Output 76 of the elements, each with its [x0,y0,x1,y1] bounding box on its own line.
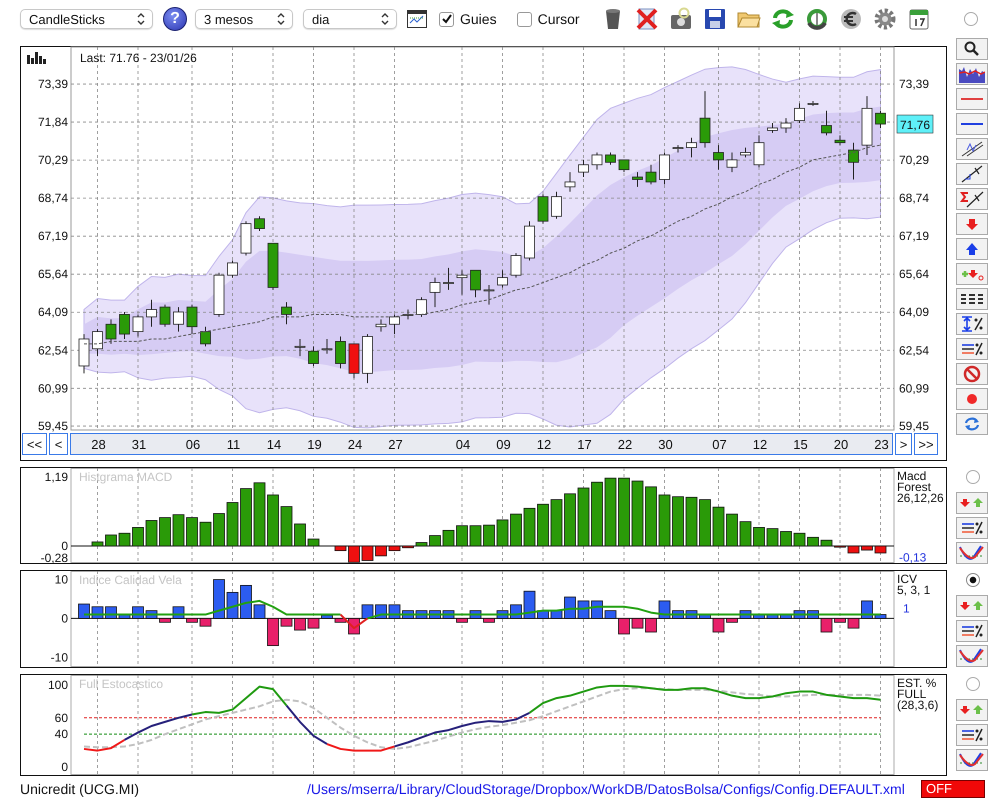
y-axis-label: 60 [54,710,68,725]
date-label: 19 [307,437,322,452]
y-axis-label: 70,29 [38,153,68,168]
date-label: 20 [834,437,848,452]
date-label: 04 [456,437,470,452]
y-axis-label: 62,54 [38,343,68,358]
checkbox-label: Guies [460,11,497,27]
date-label: 24 [348,437,362,452]
y-axis-label: 100 [48,678,68,692]
indicator-label: FULL [897,687,926,701]
y-axis-label: 59,45 [38,419,68,434]
y-axis-label: 59,45 [899,419,930,434]
y-axis-label: 62,54 [899,343,930,358]
indicator-value: 1 [903,602,910,616]
y-axis-label: 0 [61,760,68,774]
date-label: 15 [793,437,808,452]
y-axis-label: 64,09 [38,305,68,320]
y-axis-label: 0 [61,611,68,626]
y-axis-label: 68,74 [38,191,68,206]
period-dropdown[interactable]: 3 mesos [195,9,293,29]
indicator-label: Forest [897,480,932,494]
y-axis-label: 70,29 [899,153,930,168]
next-button[interactable]: > [895,433,912,455]
last-quote-label: Last: 71.76 - 23/01/26 [80,51,197,65]
config-path-link[interactable]: /Users/mserra/Library/CloudStorage/Dropbox/WorkDB/DatosBolsa/Configs/Config.DEFAULT.xml [307,781,905,797]
date-label: 06 [186,437,200,452]
chart-type-dropdown[interactable]: CandleSticks [20,9,153,29]
date-label: 12 [536,437,552,452]
date-label: 11 [226,437,240,452]
date-label: 27 [388,437,403,452]
date-label: 14 [266,437,282,452]
y-axis-label: 71,84 [38,115,68,130]
y-axis-label: 73,39 [38,77,68,92]
indicator-label: (28,3,6) [897,698,938,712]
date-label: 22 [618,437,632,452]
indicator-title: Full Estocastico [79,677,164,691]
indicator-label: ICV [897,572,918,586]
indicator-label: 26,12,26 [897,491,944,505]
y-axis-label: -10 [50,650,68,664]
current-price-tag: 71,76 [896,114,934,134]
y-axis-label: 10 [54,572,68,587]
date-label: 23 [874,437,889,452]
y-axis-label: 64,09 [899,305,930,320]
interval-dropdown[interactable]: dia [303,9,397,29]
last-page-button[interactable]: >> [914,433,938,455]
y-axis-label: 68,74 [899,191,930,206]
date-label: 28 [91,437,106,452]
date-label: 09 [496,437,511,452]
indicator-label: Macd [897,469,926,483]
date-label: 30 [658,437,673,452]
y-axis-label: 65,64 [899,267,930,282]
y-axis-label: 60,99 [899,381,930,396]
checkbox-label: Cursor [538,11,580,27]
indicator-label: 5, 3, 1 [897,583,930,597]
y-axis-label: 65,64 [38,267,68,282]
previous-button[interactable]: < [49,433,68,455]
indicator-title: Histgrama MACD [79,470,172,484]
indicator-value: -0,13 [899,550,926,565]
y-axis-label: 40 [54,727,68,742]
date-label: 17 [577,437,592,452]
y-axis-label: 67,19 [38,229,68,244]
indicator-title: Indice Calidad Vela [79,573,182,587]
date-label: 12 [752,437,768,452]
y-axis-label: 0 [61,539,68,553]
help-button[interactable]: ? [163,7,187,31]
y-axis-label: 60,99 [38,381,68,396]
indicator-label: EST. % [897,676,936,690]
y-axis-label: 1,19 [44,470,68,484]
y-axis-label: -0,28 [40,551,68,565]
first-page-button[interactable]: << [22,433,47,455]
status-indicator: OFF [921,780,985,798]
instrument-name: Unicredit (UCG.MI) [20,781,140,797]
y-axis-label: 73,39 [899,77,930,92]
date-label: 31 [132,437,146,452]
y-axis-label: 67,19 [899,229,930,244]
date-label: 07 [712,437,727,452]
